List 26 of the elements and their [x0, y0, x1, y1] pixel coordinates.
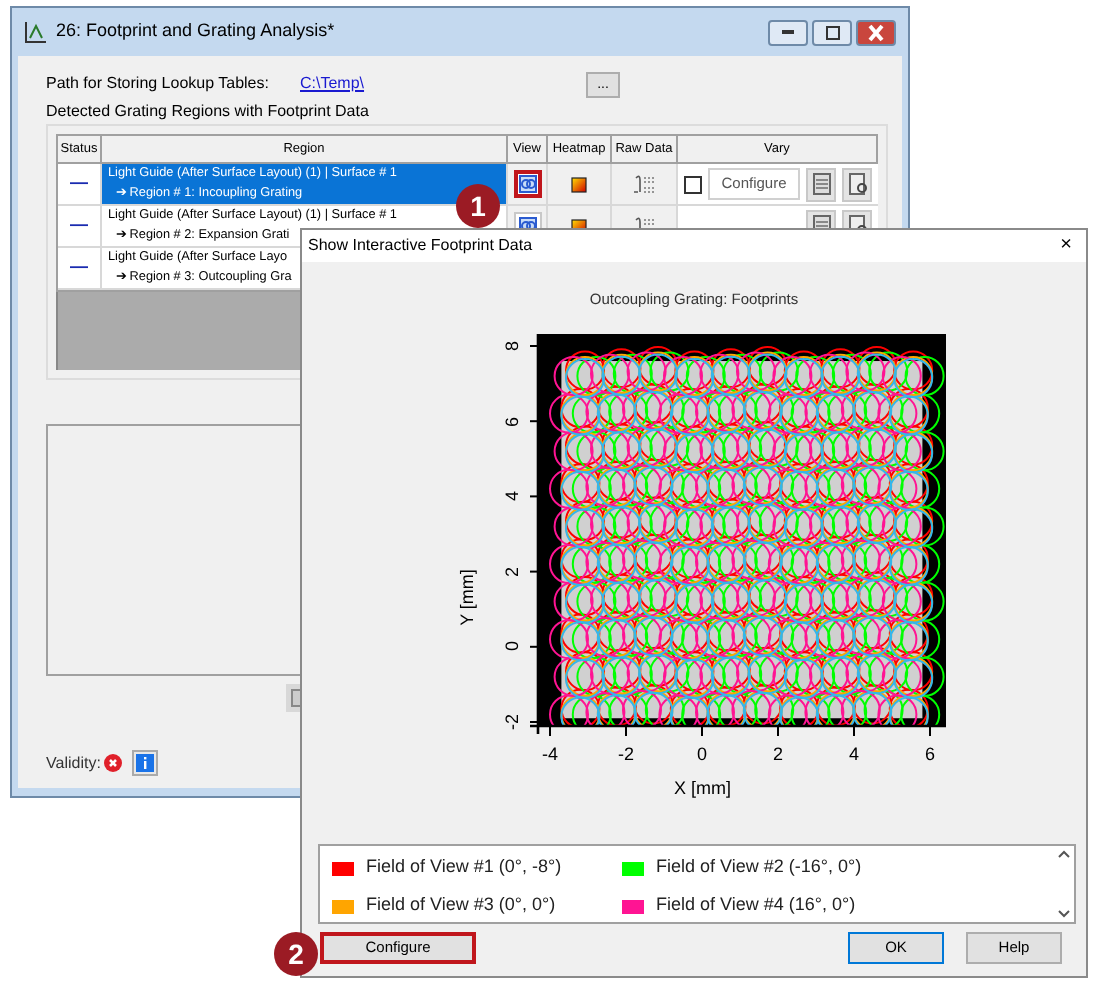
y-axis-label: Y [mm]: [454, 567, 479, 630]
legend-label: Field of View #4 (16°, 0°): [656, 892, 856, 919]
x-axis-tick-label: 6: [922, 742, 937, 768]
y-axis-tick-label: 4: [502, 489, 522, 506]
y-axis-tick-label: 8: [502, 339, 522, 356]
x-axis-tick-label: 0: [694, 742, 709, 768]
legend-label: Field of View #3 (0°, 0°): [366, 892, 556, 919]
y-axis-tick-label: 0: [502, 639, 522, 656]
x-axis-tick-label: 4: [846, 742, 861, 768]
y-axis-tick-label: -2: [502, 712, 522, 734]
group-title: Detected Grating Regions with Footprint Data: [46, 100, 371, 124]
step-badge: 2: [274, 932, 318, 976]
x-axis-tick-label: 2: [770, 742, 785, 768]
legend-label: Field of View #2 (-16°, 0°): [656, 854, 862, 881]
validity-label: Validity:: [46, 751, 101, 775]
x-axis-tick-label: -4: [539, 742, 560, 768]
status-icon: —: [70, 212, 88, 240]
window-title: 26: Footprint and Grating Analysis*: [56, 18, 335, 45]
path-label: Path for Storing Lookup Tables:: [46, 72, 271, 96]
x-axis-tick-label: -2: [615, 742, 636, 768]
legend-label: Field of View #1 (0°, -8°): [366, 854, 562, 881]
y-axis-tick-label: 2: [502, 564, 522, 581]
y-axis-tick-label: 6: [502, 414, 522, 431]
status-icon: —: [70, 170, 88, 198]
x-axis-label: X [mm]: [674, 776, 731, 802]
status-icon: —: [70, 254, 88, 282]
